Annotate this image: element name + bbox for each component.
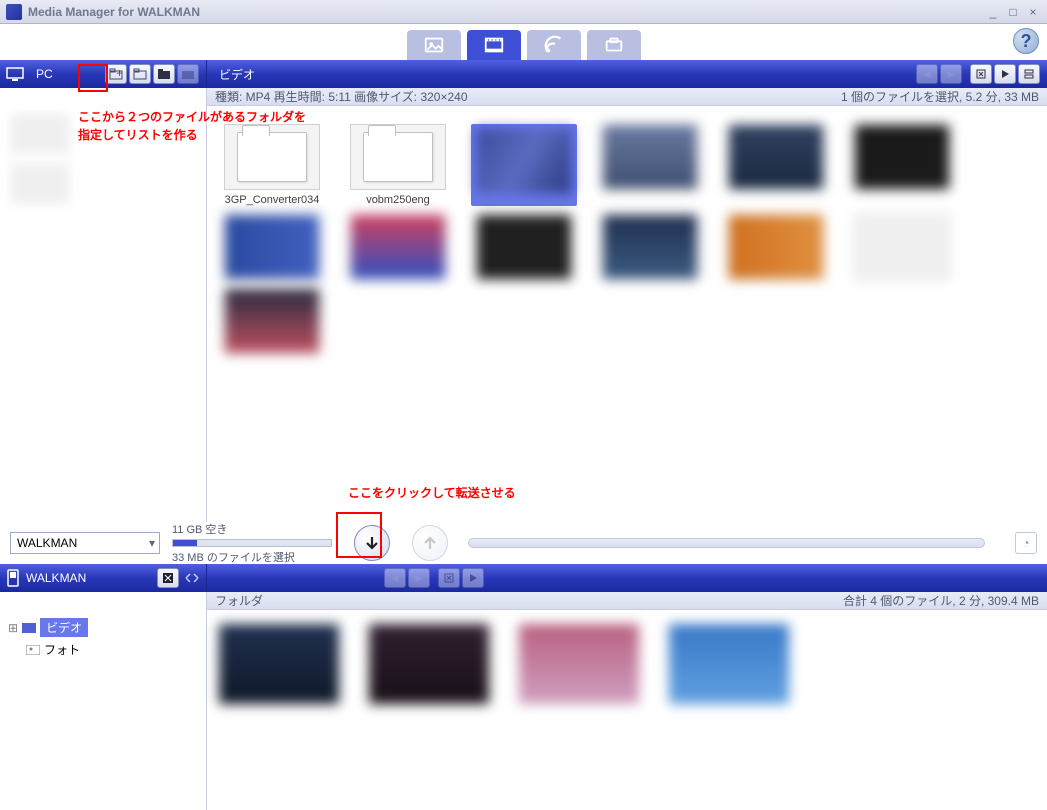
capacity-bar — [172, 539, 332, 547]
device-select-value: WALKMAN — [17, 536, 77, 550]
tab-podcast[interactable] — [527, 30, 581, 60]
tab-photo[interactable] — [407, 30, 461, 60]
tree-node-photo[interactable]: フォト — [8, 639, 198, 660]
film-icon — [22, 623, 36, 633]
photo-icon — [26, 645, 40, 655]
pc-label: PC — [36, 67, 53, 81]
folder-icon — [237, 132, 307, 182]
video-item[interactable] — [597, 124, 703, 206]
nav-fwd-button: ► — [940, 64, 962, 84]
nav-back-button: ◄ — [916, 64, 938, 84]
folder-caption: vobm250eng — [366, 194, 430, 206]
pc-source-bar: PC + — [0, 60, 207, 88]
walkman-device-bar: WALKMAN — [0, 564, 207, 592]
transfer-bar: WALKMAN 11 GB 空き 33 MB のファイルを選択 ◔ — [0, 522, 1047, 564]
video-item[interactable] — [597, 214, 703, 280]
walkman-icon — [6, 569, 20, 587]
tab-tools[interactable] — [587, 30, 641, 60]
arrow-down-icon — [363, 534, 381, 552]
progress-slider[interactable] — [468, 538, 985, 548]
device-video-item[interactable] — [519, 624, 639, 704]
tree-photo-label: フォト — [44, 641, 80, 658]
tree-video-label: ビデオ — [40, 618, 88, 637]
monitor-icon — [6, 67, 24, 81]
video-item[interactable] — [849, 214, 955, 280]
device-info-strip: フォルダ 合計 4 個のファイル, 2 分, 309.4 MB — [207, 592, 1047, 610]
device-select[interactable]: WALKMAN — [10, 532, 160, 554]
video-item[interactable] — [723, 124, 829, 206]
device-delete-button[interactable] — [157, 568, 179, 588]
folder-disabled-button — [177, 64, 199, 84]
transfer-up-button — [412, 525, 448, 561]
capacity-free: 11 GB 空き — [172, 521, 332, 537]
titlebar: Media Manager for WALKMAN _ □ × — [0, 0, 1047, 24]
folder-item[interactable]: 3GP_Converter034 — [219, 124, 325, 206]
play-button[interactable] — [994, 64, 1016, 84]
device-info-left: フォルダ — [215, 592, 263, 609]
dev-delete-button — [438, 568, 460, 588]
window-title: Media Manager for WALKMAN — [28, 5, 985, 19]
video-content-bar: ビデオ ◄ ► — [207, 60, 1047, 88]
file-info-strip: 種類: MP4 再生時間: 5:11 画像サイズ: 320×240 1 個のファ… — [207, 88, 1047, 106]
device-tree: ⊞ ビデオ フォト — [0, 610, 207, 810]
device-video-item[interactable] — [669, 624, 789, 704]
remove-folder-button[interactable] — [129, 64, 151, 84]
schedule-button[interactable]: ◔ — [1015, 532, 1037, 554]
device-thumbnails — [207, 610, 1047, 810]
close-button[interactable]: × — [1025, 5, 1041, 19]
app-icon — [6, 4, 22, 20]
device-info-right: 合計 4 個のファイル, 2 分, 309.4 MB — [843, 592, 1039, 609]
video-label: ビデオ — [219, 66, 255, 83]
maximize-button[interactable]: □ — [1005, 5, 1021, 19]
file-info-right: 1 個のファイルを選択, 5.2 分, 33 MB — [841, 88, 1039, 105]
minimize-button[interactable]: _ — [985, 5, 1001, 19]
device-video-item[interactable] — [369, 624, 489, 704]
pc-folder-tree[interactable] — [0, 106, 207, 522]
tab-video[interactable] — [467, 30, 521, 60]
video-item[interactable] — [345, 214, 451, 280]
dev-nav-back: ◄ — [384, 568, 406, 588]
video-item[interactable] — [471, 214, 577, 280]
help-button[interactable]: ? — [1013, 28, 1039, 54]
arrow-up-icon — [421, 534, 439, 552]
add-folder-button[interactable]: + — [105, 64, 127, 84]
folder-item[interactable]: vobm250eng — [345, 124, 451, 206]
expand-icon[interactable] — [184, 570, 200, 586]
folder-black-button[interactable] — [153, 64, 175, 84]
list-view-button[interactable] — [1018, 64, 1040, 84]
category-tabs: ? — [0, 24, 1047, 60]
transfer-down-button[interactable] — [354, 525, 390, 561]
dev-play-button — [462, 568, 484, 588]
tree-node-video[interactable]: ⊞ ビデオ — [8, 616, 198, 639]
folder-icon — [363, 132, 433, 182]
walkman-label: WALKMAN — [26, 571, 86, 585]
device-video-item[interactable] — [219, 624, 339, 704]
video-item-selected[interactable] — [471, 124, 577, 206]
file-info-left: 種類: MP4 再生時間: 5:11 画像サイズ: 320×240 — [215, 88, 468, 105]
dev-nav-fwd: ► — [408, 568, 430, 588]
video-item[interactable] — [219, 214, 325, 280]
video-item[interactable] — [723, 214, 829, 280]
capacity-selected: 33 MB のファイルを選択 — [172, 549, 332, 565]
video-item[interactable] — [849, 124, 955, 206]
video-item[interactable] — [219, 288, 325, 354]
delete-button[interactable] — [970, 64, 992, 84]
thumbnail-panel: 3GP_Converter034 vobm250eng — [207, 106, 1047, 522]
walkman-content-bar: ◄ ► — [207, 564, 1047, 592]
folder-caption: 3GP_Converter034 — [225, 194, 320, 206]
svg-text:+: + — [116, 68, 123, 80]
